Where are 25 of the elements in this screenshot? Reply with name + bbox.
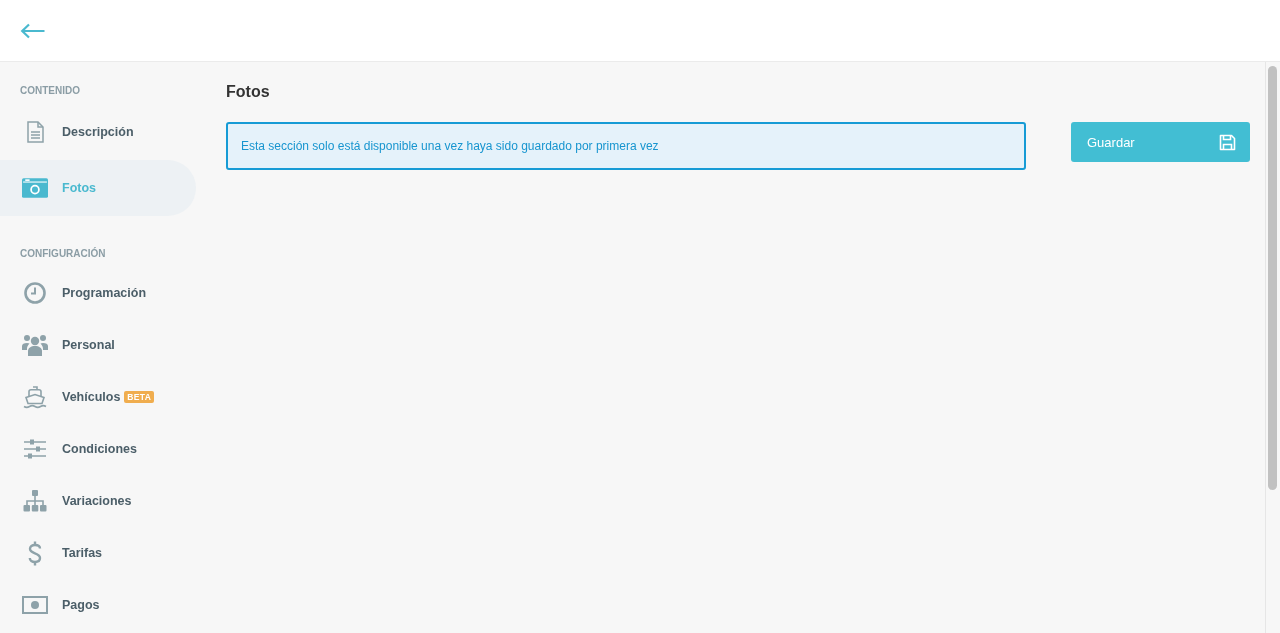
back-button[interactable]	[20, 23, 45, 39]
section-heading: CONFIGURACIÓN	[20, 247, 106, 261]
floppy-disk-icon	[1219, 133, 1236, 151]
sidebar-item[interactable]: Personal	[0, 319, 196, 371]
sidebar-item[interactable]: Pagos	[0, 579, 196, 631]
sidebar-item[interactable]: Tarifas	[0, 527, 196, 579]
banknote-icon	[22, 596, 48, 614]
beta-tag: BETA	[124, 391, 155, 403]
sitemap-icon	[23, 490, 47, 512]
sidebar-item[interactable]: Vehículos BETA	[0, 371, 196, 423]
ship-icon	[23, 385, 47, 409]
scrollbar-thumb[interactable]	[1268, 66, 1277, 490]
dollar-icon	[28, 540, 42, 566]
back-arrow-icon	[20, 23, 45, 39]
sidebar-item[interactable]: Condiciones	[0, 423, 196, 475]
clock-icon	[23, 281, 47, 305]
sidebar-item[interactable]: Programación	[0, 267, 196, 319]
info-message: Esta sección solo está disponible una vez haya sido guardado por primera vez	[226, 122, 1026, 170]
people-icon	[22, 333, 48, 357]
section-heading: CONTENIDO	[20, 84, 80, 98]
camera-icon	[22, 177, 48, 199]
page-title: Fotos	[226, 82, 270, 102]
sliders-icon	[23, 439, 47, 459]
sidebar-item[interactable]: Variaciones	[0, 475, 196, 527]
sidebar-item[interactable]: Descripción	[0, 104, 196, 160]
